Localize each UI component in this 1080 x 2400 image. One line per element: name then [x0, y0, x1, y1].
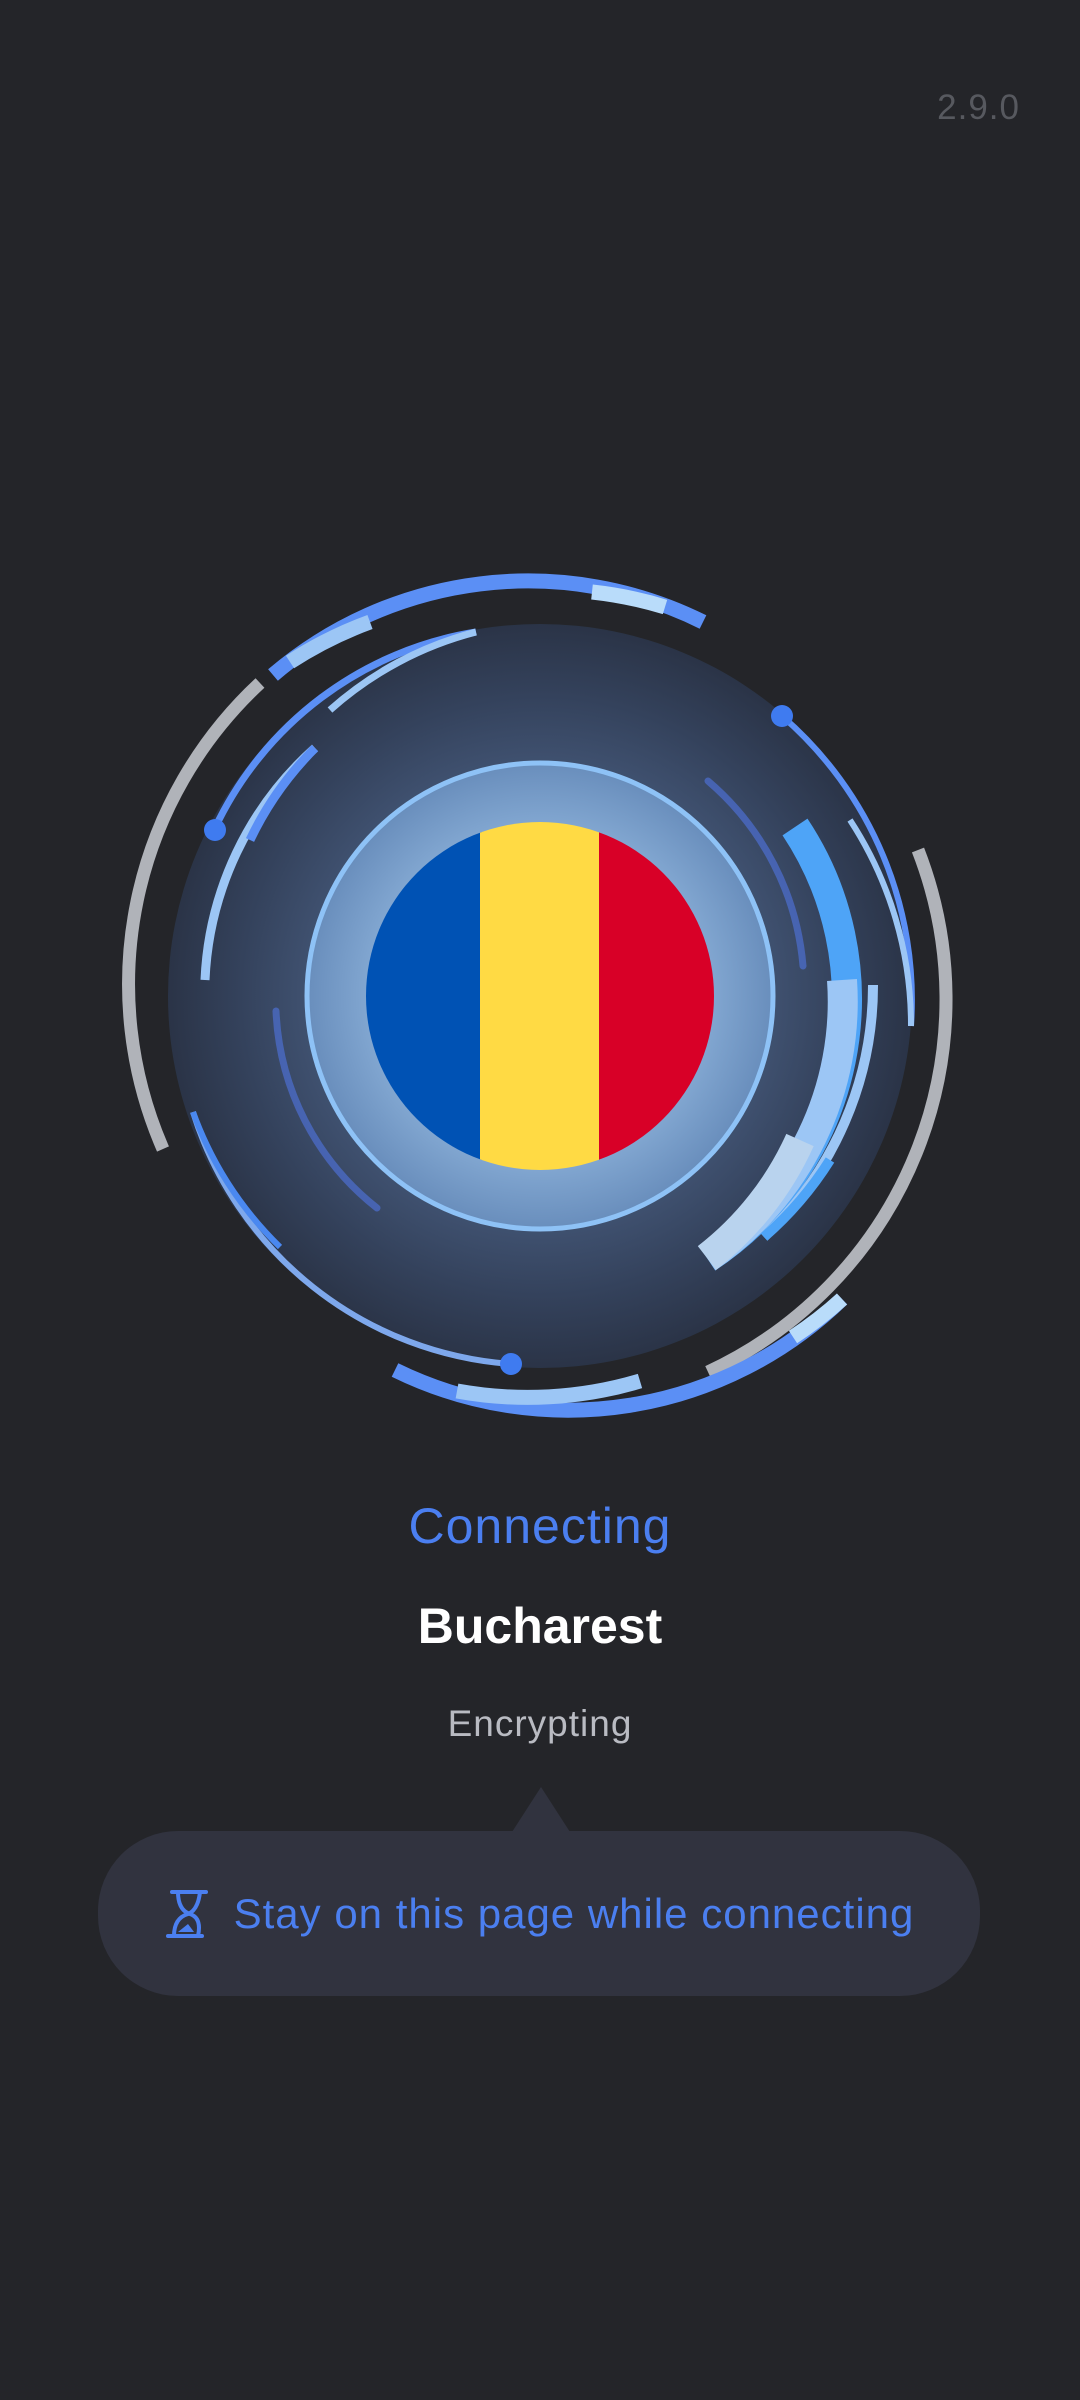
stay-on-page-tooltip: Stay on this page while connecting	[98, 1831, 980, 1996]
hourglass-icon	[164, 1888, 212, 1940]
connection-animation	[122, 573, 953, 1418]
dot-left	[204, 819, 226, 841]
server-location: Bucharest	[417, 1598, 663, 1654]
connection-status: Connecting	[408, 1498, 672, 1554]
dot-bottom	[500, 1353, 522, 1375]
tooltip-text: Stay on this page while connecting	[233, 1889, 915, 1937]
dot-right	[771, 705, 793, 727]
romania-flag-icon	[366, 822, 714, 1170]
connection-substatus: Encrypting	[447, 1703, 633, 1744]
tooltip-arrow	[512, 1787, 570, 1832]
